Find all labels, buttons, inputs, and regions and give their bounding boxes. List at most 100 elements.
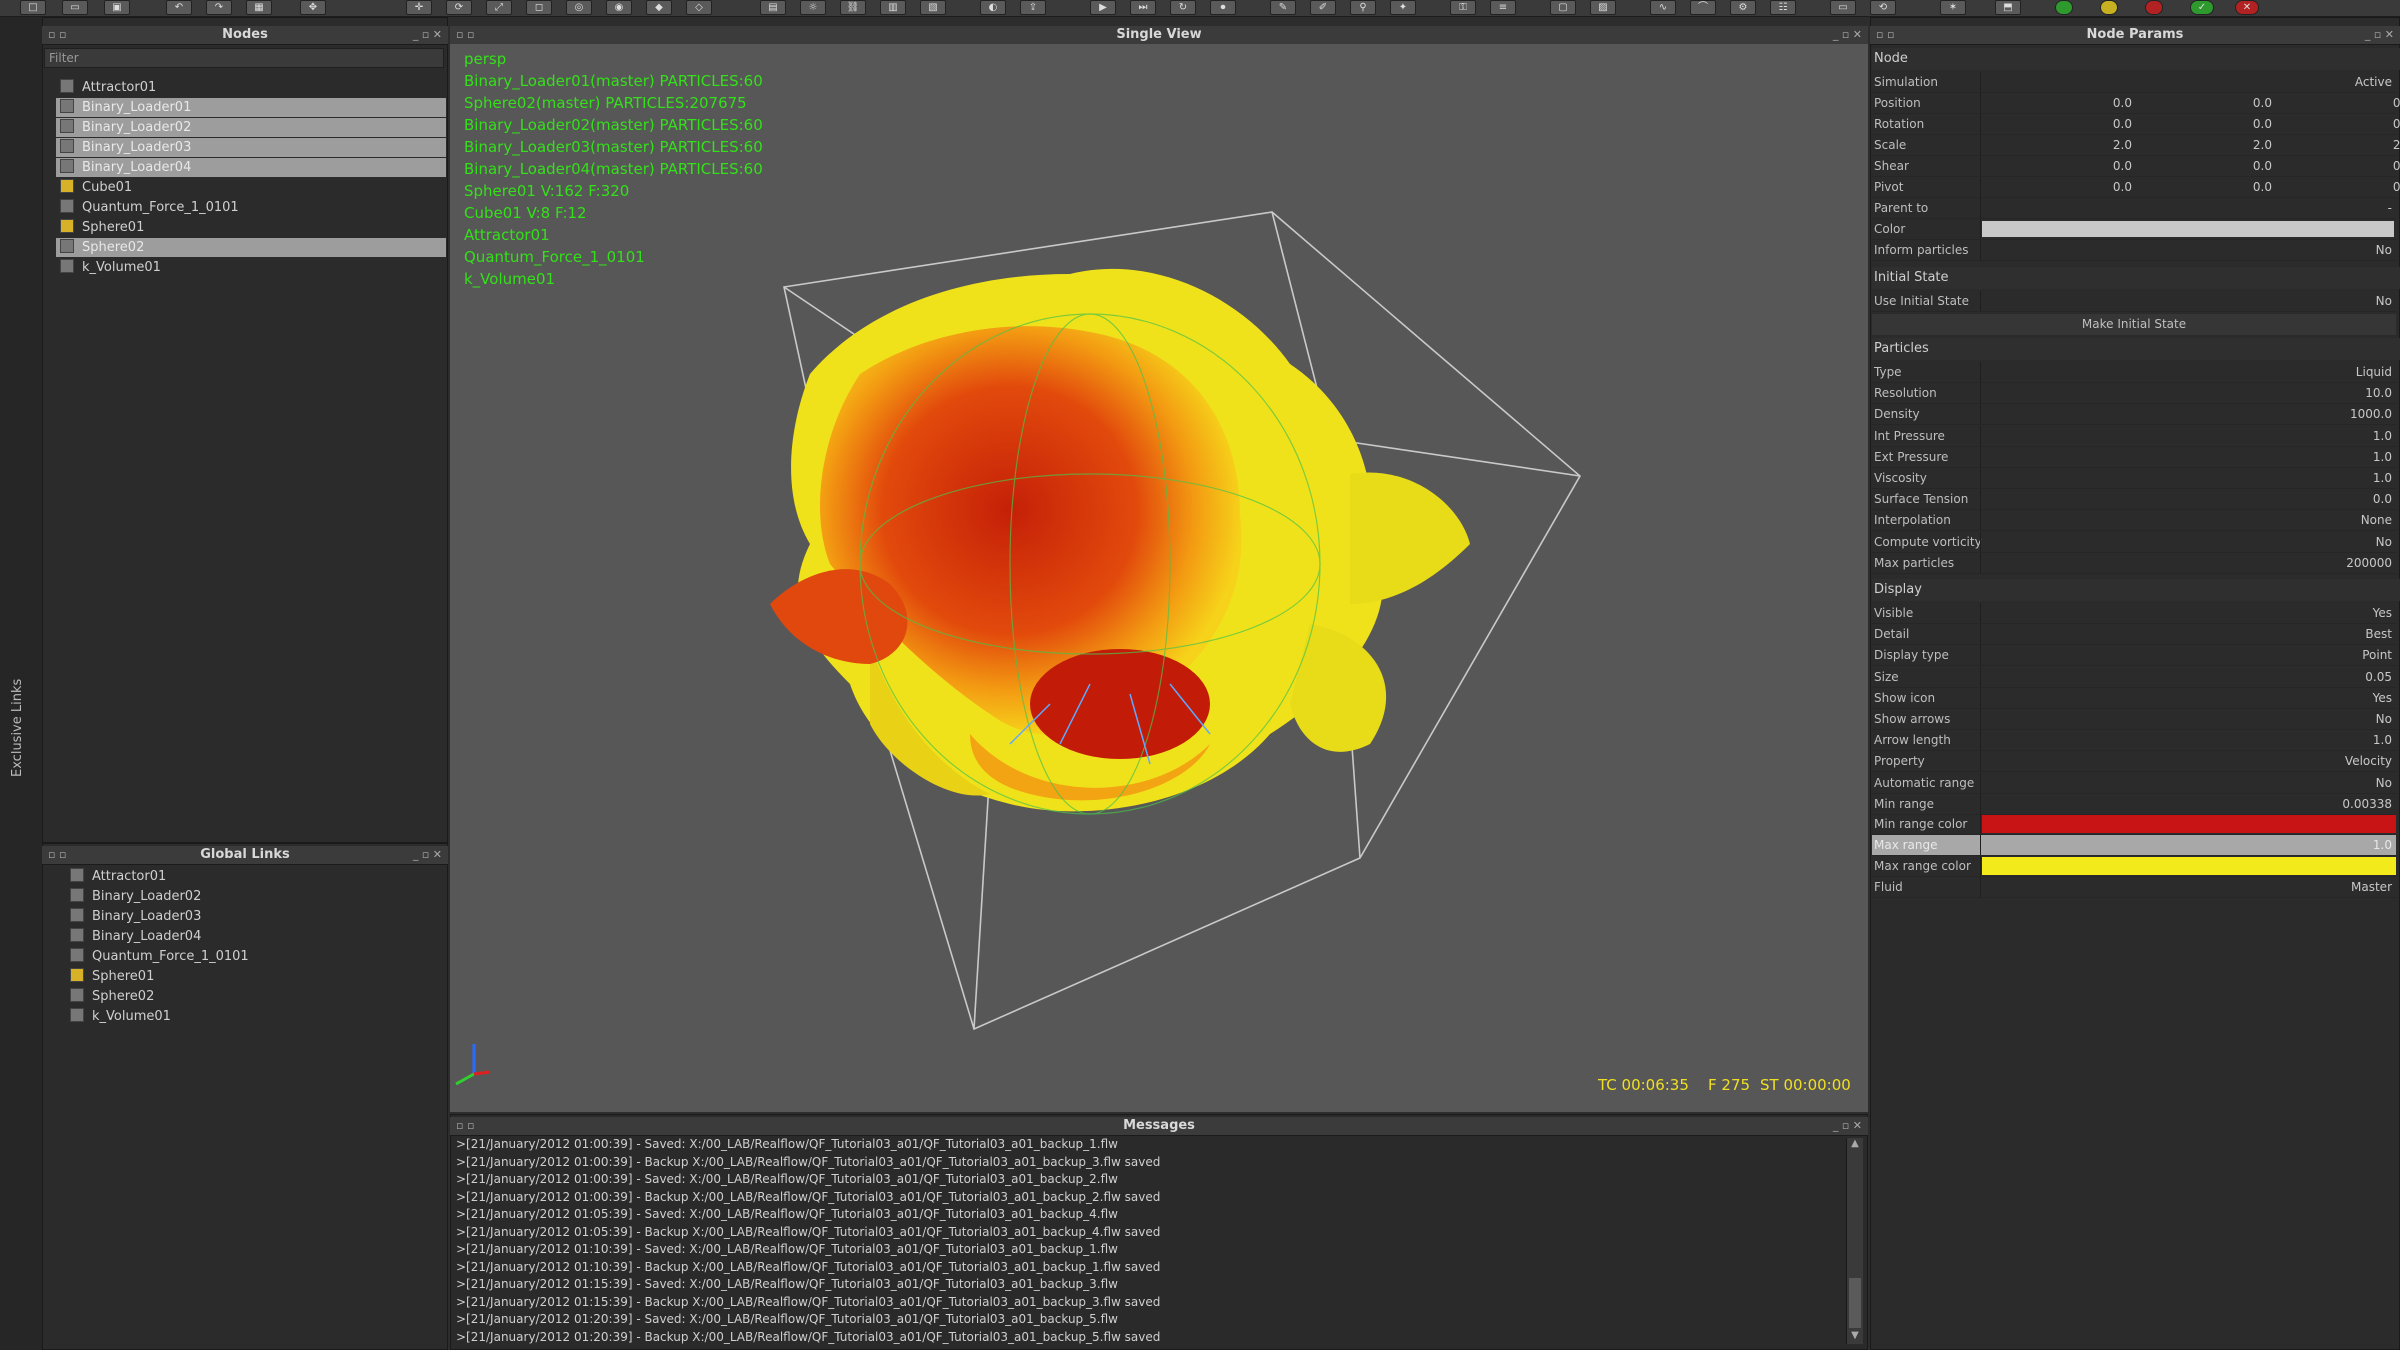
simulation-row[interactable]: Simulation Active: [1872, 72, 2396, 93]
wand-icon[interactable]: ✦: [1390, 0, 1416, 15]
panel-menu-icon[interactable]: ▫ ▫: [1876, 26, 1894, 44]
node-list-item[interactable]: Binary_Loader04: [56, 158, 446, 177]
sim-stop-icon[interactable]: [2145, 0, 2163, 15]
particle-param-row[interactable]: Resolution 10.0: [1872, 383, 2396, 405]
node-list-item[interactable]: Cube01: [56, 178, 446, 197]
hand-icon[interactable]: ✥: [300, 0, 326, 15]
param-value[interactable]: Yes: [2373, 603, 2392, 623]
inform-particles-row[interactable]: Inform particles No: [1872, 240, 2396, 261]
param-value[interactable]: Best: [2365, 624, 2392, 644]
emitter-icon[interactable]: ◎: [566, 0, 592, 15]
param-value[interactable]: No: [2376, 773, 2392, 793]
display-param-row[interactable]: Min range 0.00338: [1872, 793, 2396, 815]
param-value[interactable]: Liquid: [2356, 362, 2392, 382]
param-value[interactable]: 1.0: [2373, 730, 2392, 750]
param-value-z[interactable]: 0.0: [2332, 114, 2400, 134]
sim-pause-icon[interactable]: [2100, 0, 2118, 15]
display-param-row[interactable]: Display type Point: [1872, 645, 2396, 667]
param-value[interactable]: Active: [2355, 72, 2392, 92]
node-list-item[interactable]: Sphere02: [56, 238, 446, 257]
param-value-z[interactable]: 2.0: [2332, 135, 2400, 155]
param-value[interactable]: No: [2376, 532, 2392, 552]
particle-param-row[interactable]: Surface Tension 0.0: [1872, 489, 2396, 511]
display-param-row[interactable]: Size 0.05: [1872, 666, 2396, 688]
particle-param-row[interactable]: Density 1000.0: [1872, 404, 2396, 426]
parent-to-row[interactable]: Parent to -: [1872, 198, 2396, 219]
particle-param-row[interactable]: Viscosity 1.0: [1872, 468, 2396, 489]
param-value-y[interactable]: 2.0: [2192, 135, 2272, 155]
node-list-item[interactable]: Binary_Loader03: [56, 138, 446, 157]
param-value[interactable]: 0.05: [2365, 667, 2392, 687]
max-range-row[interactable]: Max range 1.0: [1872, 835, 2396, 856]
window-icon[interactable]: ▢: [1550, 0, 1576, 15]
monitor-icon[interactable]: ▭: [1830, 0, 1856, 15]
particle-param-row[interactable]: Compute vorticity No: [1872, 531, 2396, 553]
transform-row[interactable]: Scale 2.0 2.0 2.0: [1872, 135, 2400, 156]
rotate-icon[interactable]: ⟳: [446, 0, 472, 15]
messages-scrollbar[interactable]: ▲ ▼: [1846, 1138, 1863, 1344]
move-icon[interactable]: ✛: [406, 0, 432, 15]
node-list-item[interactable]: Attractor01: [56, 78, 446, 97]
redo-icon[interactable]: ↷: [206, 0, 232, 15]
transform-row[interactable]: Position 0.0 0.0 0.0: [1872, 93, 2400, 114]
export-icon[interactable]: ⇪: [1020, 0, 1046, 15]
particles-section-header[interactable]: Particles: [1872, 338, 2400, 360]
fluid-row[interactable]: Fluid Master: [1872, 877, 2396, 898]
cancel-icon[interactable]: ✕: [2235, 0, 2259, 15]
scale-icon[interactable]: ⤢: [486, 0, 512, 15]
step-icon[interactable]: ⏭: [1130, 0, 1156, 15]
param-value[interactable]: 0.0: [2373, 489, 2392, 509]
save-icon[interactable]: ▣: [104, 0, 130, 15]
min-range-color-row[interactable]: Min range color: [1872, 814, 2396, 835]
param-value[interactable]: Velocity: [2345, 751, 2392, 771]
daemon-icon[interactable]: ◉: [606, 0, 632, 15]
initial-state-section-header[interactable]: Initial State: [1872, 267, 2400, 289]
open-icon[interactable]: ▭: [62, 0, 88, 15]
node-list-item[interactable]: Quantum_Force_1_0101: [56, 198, 446, 217]
global-link-item[interactable]: Sphere01: [66, 967, 446, 986]
global-link-item[interactable]: Binary_Loader03: [66, 907, 446, 926]
param-value-x[interactable]: 0.0: [2052, 114, 2132, 134]
display-param-row[interactable]: Property Velocity: [1872, 751, 2396, 773]
param-value-x[interactable]: 0.0: [2052, 93, 2132, 113]
global-link-item[interactable]: Attractor01: [66, 867, 446, 886]
param-value-x[interactable]: 0.0: [2052, 177, 2132, 197]
display-param-row[interactable]: Automatic range No: [1872, 772, 2396, 794]
settings-icon[interactable]: ⚙: [1730, 0, 1756, 15]
color-swatch[interactable]: [1982, 221, 2394, 237]
grid-icon[interactable]: ▦: [246, 0, 272, 15]
record-icon[interactable]: ⏺: [1210, 0, 1236, 15]
use-initial-state-row[interactable]: Use Initial State No: [1872, 291, 2396, 312]
mesh-icon[interactable]: ◇: [686, 0, 712, 15]
node-section-header[interactable]: Node: [1872, 48, 2400, 70]
camera-icon[interactable]: ▤: [760, 0, 786, 15]
global-link-item[interactable]: k_Volume01: [66, 1007, 446, 1026]
display-param-row[interactable]: Show arrows No: [1872, 709, 2396, 730]
display-param-row[interactable]: Show icon Yes: [1872, 687, 2396, 709]
scroll-down-icon[interactable]: ▼: [1849, 1330, 1861, 1344]
select-icon[interactable]: ◻: [526, 0, 552, 15]
param-value-y[interactable]: 0.0: [2192, 114, 2272, 134]
param-value[interactable]: 200000: [2346, 553, 2392, 573]
view-icon[interactable]: ▧: [920, 0, 946, 15]
pin-icon[interactable]: ⚲: [1350, 0, 1376, 15]
param-value[interactable]: Point: [2362, 645, 2392, 665]
param-value-z[interactable]: 0.0: [2332, 156, 2400, 176]
param-value-y[interactable]: 0.0: [2192, 156, 2272, 176]
global-link-item[interactable]: Binary_Loader02: [66, 887, 446, 906]
check-icon[interactable]: ✓: [2190, 0, 2214, 15]
graph-icon[interactable]: ∿: [1650, 0, 1676, 15]
particle-param-row[interactable]: Max particles 200000: [1872, 552, 2396, 574]
display-param-row[interactable]: Arrow length 1.0: [1872, 730, 2396, 752]
make-initial-state-button[interactable]: Make Initial State: [1872, 314, 2396, 335]
transform-row[interactable]: Pivot 0.0 0.0 0.0: [1872, 177, 2400, 198]
param-value[interactable]: 1.0: [2373, 447, 2392, 467]
layout-icon[interactable]: ▥: [880, 0, 906, 15]
panel-window-controls-icon[interactable]: _ ▫ ✕: [1833, 1117, 1862, 1135]
particle-param-row[interactable]: Ext Pressure 1.0: [1872, 446, 2396, 468]
play-icon[interactable]: ▶: [1090, 0, 1116, 15]
param-value[interactable]: Master: [2351, 877, 2392, 897]
scroll-up-icon[interactable]: ▲: [1849, 1138, 1861, 1152]
display-param-row[interactable]: Visible Yes: [1872, 603, 2396, 624]
undo-icon[interactable]: ↶: [166, 0, 192, 15]
